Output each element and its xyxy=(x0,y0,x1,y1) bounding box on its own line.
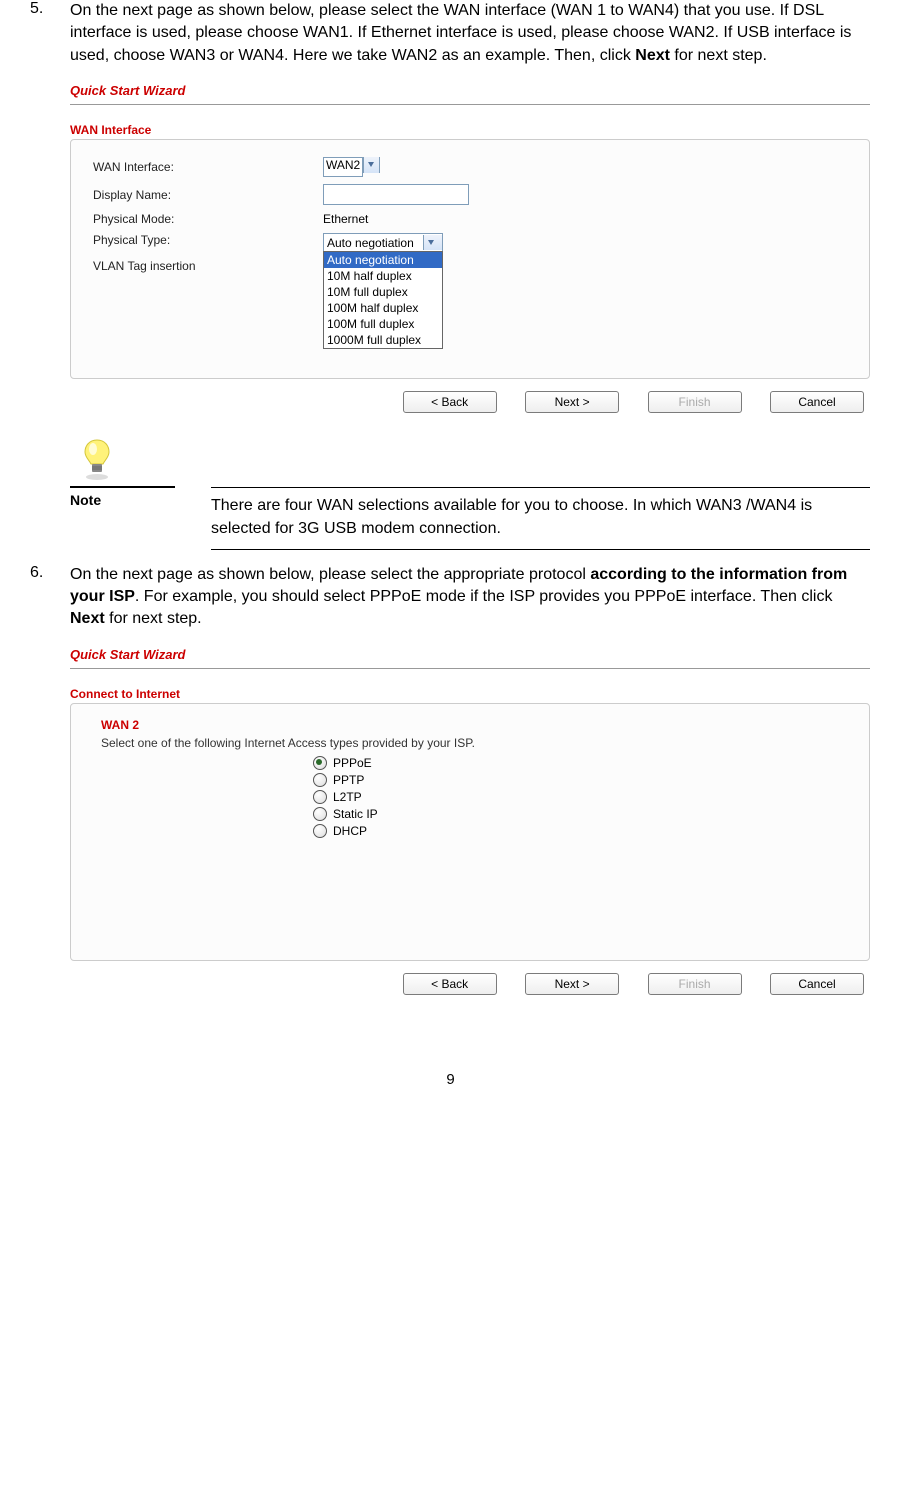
wan2-heading: WAN 2 xyxy=(101,718,847,732)
radio-pptp-label: PPTP xyxy=(333,773,364,787)
chevron-down-icon xyxy=(363,157,380,173)
display-name-input[interactable] xyxy=(323,184,469,205)
back-button[interactable]: < Back xyxy=(403,973,497,995)
step-5-number: 5. xyxy=(30,0,70,67)
step-6-text: On the next page as shown below, please … xyxy=(70,564,871,631)
wizard2-section: Connect to Internet xyxy=(70,687,870,701)
wizard-connect-internet: Quick Start Wizard Connect to Internet W… xyxy=(70,643,870,999)
lightbulb-tip xyxy=(80,437,871,486)
vlan-tag-label: VLAN Tag insertion xyxy=(93,259,323,273)
wan-interface-select[interactable]: WAN2 xyxy=(323,157,380,177)
option-auto-negotiation[interactable]: Auto negotiation xyxy=(324,252,442,268)
cancel-button[interactable]: Cancel xyxy=(770,973,864,995)
lightbulb-icon xyxy=(80,437,114,481)
radio-static-ip-label: Static IP xyxy=(333,807,378,821)
divider xyxy=(70,668,870,669)
finish-button: Finish xyxy=(648,973,742,995)
page-number: 9 xyxy=(30,1071,871,1088)
option-100m-half[interactable]: 100M half duplex xyxy=(324,300,442,316)
wizard2-panel: WAN 2 Select one of the following Intern… xyxy=(70,703,870,961)
note-label: Note xyxy=(70,488,175,508)
divider xyxy=(70,104,870,105)
radio-dhcp-label: DHCP xyxy=(333,824,367,838)
option-1000m-full[interactable]: 1000M full duplex xyxy=(324,332,442,348)
wizard1-title: Quick Start Wizard xyxy=(70,79,870,102)
wizard2-button-row: < Back Next > Finish Cancel xyxy=(70,961,870,999)
radio-l2tp[interactable] xyxy=(313,790,327,804)
step-5: 5. On the next page as shown below, plea… xyxy=(30,0,871,67)
radio-pppoe[interactable] xyxy=(313,756,327,770)
wizard-wan-interface: Quick Start Wizard WAN Interface WAN Int… xyxy=(70,79,870,417)
radio-static-ip[interactable] xyxy=(313,807,327,821)
wizard2-title: Quick Start Wizard xyxy=(70,643,870,666)
physical-mode-value: Ethernet xyxy=(323,212,368,226)
wizard1-panel: WAN Interface: WAN2 Display Name: Physic… xyxy=(70,139,870,379)
note-body: There are four WAN selections available … xyxy=(211,494,870,540)
option-100m-full[interactable]: 100M full duplex xyxy=(324,316,442,332)
radio-pptp[interactable] xyxy=(313,773,327,787)
physical-type-select[interactable]: Auto negotiation Auto negotiation 10M ha… xyxy=(323,233,443,252)
physical-type-options: Auto negotiation 10M half duplex 10M ful… xyxy=(323,251,443,349)
wizard2-instruction: Select one of the following Internet Acc… xyxy=(101,736,847,750)
step-5-text: On the next page as shown below, please … xyxy=(70,0,871,67)
step-6: 6. On the next page as shown below, plea… xyxy=(30,564,871,631)
radio-l2tp-label: L2TP xyxy=(333,790,362,804)
radio-pppoe-label: PPPoE xyxy=(333,756,372,770)
option-10m-full[interactable]: 10M full duplex xyxy=(324,284,442,300)
chevron-down-icon xyxy=(423,235,442,250)
back-button[interactable]: < Back xyxy=(403,391,497,413)
display-name-label: Display Name: xyxy=(93,188,323,202)
cancel-button[interactable]: Cancel xyxy=(770,391,864,413)
wan-interface-label: WAN Interface: xyxy=(93,160,323,174)
next-button[interactable]: Next > xyxy=(525,973,619,995)
step-6-number: 6. xyxy=(30,564,70,631)
wizard1-section: WAN Interface xyxy=(70,123,870,137)
next-button[interactable]: Next > xyxy=(525,391,619,413)
option-10m-half[interactable]: 10M half duplex xyxy=(324,268,442,284)
radio-dhcp[interactable] xyxy=(313,824,327,838)
physical-type-label: Physical Type: xyxy=(93,233,323,247)
finish-button: Finish xyxy=(648,391,742,413)
wizard1-button-row: < Back Next > Finish Cancel xyxy=(70,379,870,417)
physical-mode-label: Physical Mode: xyxy=(93,212,323,226)
